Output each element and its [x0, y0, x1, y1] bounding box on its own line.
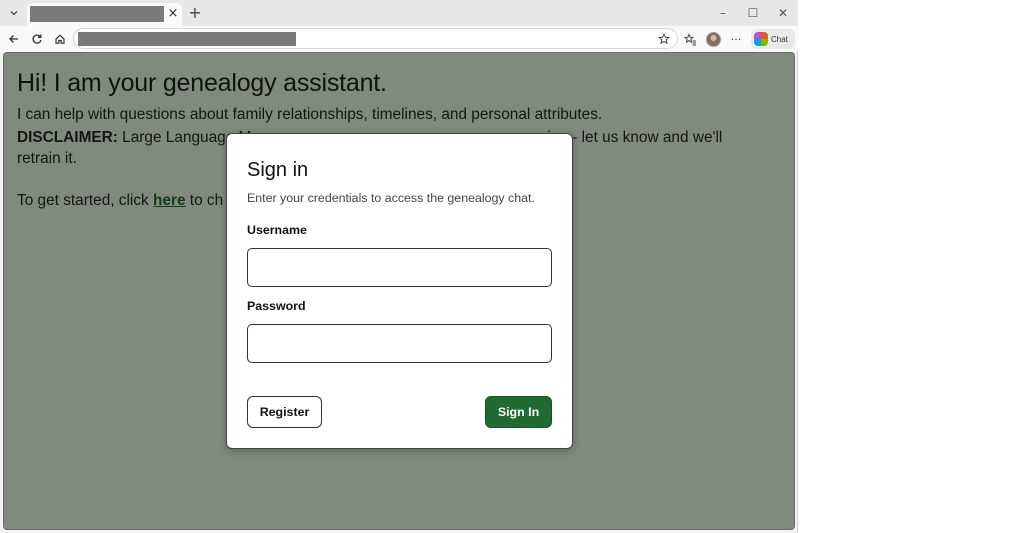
browser-window: × + – ☐ ✕ ··· Chat Hi! I am your genealo… — [0, 0, 798, 533]
tab-close-icon[interactable]: × — [166, 6, 180, 22]
profile-avatar-icon[interactable] — [703, 29, 723, 49]
home-icon[interactable] — [50, 29, 70, 49]
username-field[interactable] — [247, 248, 552, 287]
copilot-chat-button[interactable]: Chat — [751, 29, 795, 49]
here-link[interactable]: here — [153, 192, 186, 209]
signin-modal: Sign in Enter your credentials to access… — [226, 133, 573, 449]
get-started-suffix: to ch — [185, 192, 224, 209]
username-label: Username — [247, 223, 307, 237]
browser-tab[interactable]: × — [27, 3, 182, 26]
modal-title: Sign in — [247, 159, 309, 181]
favorite-star-icon[interactable] — [656, 30, 672, 47]
modal-subtitle: Enter your credentials to access the gen… — [247, 191, 535, 205]
address-text-redacted — [78, 32, 296, 46]
more-menu-button[interactable]: ··· — [726, 29, 746, 49]
signin-button[interactable]: Sign In — [485, 396, 552, 428]
tab-list-chevron-icon[interactable] — [4, 4, 24, 22]
tab-title-redacted — [30, 6, 164, 22]
back-arrow-icon[interactable] — [4, 29, 24, 49]
get-started-prefix: To get started, click — [17, 192, 154, 209]
copilot-icon — [754, 32, 768, 46]
reload-icon[interactable] — [27, 29, 47, 49]
disclaimer-label: DISCLAIMER: — [17, 129, 118, 146]
intro-text: I can help with questions about family r… — [17, 106, 603, 123]
minimize-button[interactable]: – — [711, 4, 735, 22]
disclaimer-end: ion - let us know and we'll — [547, 129, 723, 146]
chat-label: Chat — [771, 34, 788, 44]
browser-toolbar: ··· Chat — [0, 26, 798, 52]
favorites-icon[interactable] — [680, 29, 700, 49]
new-tab-button[interactable]: + — [186, 4, 204, 22]
register-button[interactable]: Register — [247, 396, 322, 428]
password-field[interactable] — [247, 324, 552, 363]
page-title: Hi! I am your genealogy assistant. — [17, 69, 387, 97]
tab-strip: × + – ☐ ✕ — [0, 0, 798, 26]
maximize-button[interactable]: ☐ — [741, 4, 765, 22]
close-window-button[interactable]: ✕ — [771, 4, 795, 22]
address-bar[interactable] — [73, 28, 678, 49]
password-label: Password — [247, 299, 306, 313]
